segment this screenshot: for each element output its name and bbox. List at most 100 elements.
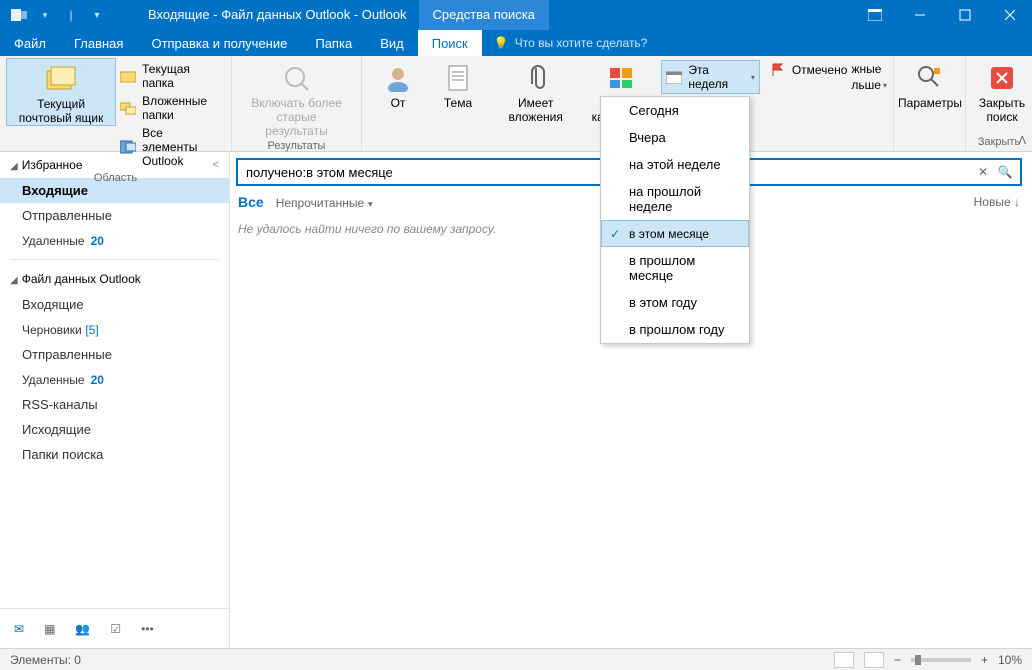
subfolders-button[interactable]: Вложенные папки xyxy=(116,92,225,124)
tab-search[interactable]: Поиск xyxy=(418,30,482,56)
from-button[interactable]: От xyxy=(368,58,428,110)
tab-send-receive[interactable]: Отправка и получение xyxy=(137,30,301,56)
ribbon-tabs: Файл Главная Отправка и получение Папка … xyxy=(0,30,1032,56)
current-mailbox-button[interactable]: Текущий почтовый ящик xyxy=(6,58,116,126)
qat-dropdown-icon[interactable]: ▾ xyxy=(34,4,56,26)
minimize-icon[interactable] xyxy=(897,0,942,30)
dd-today[interactable]: Сегодня xyxy=(601,97,749,124)
people-nav-icon[interactable]: 👥 xyxy=(75,622,90,636)
folder-inbox[interactable]: Входящие xyxy=(0,292,229,317)
has-attachment-button[interactable]: Имеет вложения xyxy=(488,58,583,124)
folder-drafts[interactable]: Черновики [5] xyxy=(0,317,229,342)
calendar-nav-icon[interactable]: ▦ xyxy=(44,622,55,636)
nav-bar: ✉ ▦ 👥 ☑ ••• xyxy=(0,608,229,648)
caret-down-icon: ◢ xyxy=(10,275,18,286)
document-icon xyxy=(442,62,474,94)
context-tab-group: Средства поиска xyxy=(419,0,549,30)
calendar-icon xyxy=(666,69,682,85)
paperclip-icon xyxy=(520,62,552,94)
dd-this-week[interactable]: на этой неделе xyxy=(601,151,749,178)
folder-search[interactable]: Папки поиска xyxy=(0,442,229,467)
view-reading-icon[interactable] xyxy=(864,652,884,668)
scope-group-label: Область xyxy=(6,170,225,187)
window-controls xyxy=(852,0,1032,30)
results-group-label: Результаты xyxy=(238,138,355,155)
title-bar: ▾ | ▾ Входящие - Файл данных Outlook - O… xyxy=(0,0,1032,30)
filter-all[interactable]: Все xyxy=(238,194,264,210)
all-outlook-button[interactable]: Все элементы Outlook xyxy=(116,124,225,170)
lightbulb-icon: 💡 xyxy=(494,36,509,50)
ribbon: Текущий почтовый ящик Текущая папка Влож… xyxy=(0,56,1032,152)
separator xyxy=(10,259,219,260)
fav-sent[interactable]: Отправленные xyxy=(0,203,229,228)
tasks-nav-icon[interactable]: ☑ xyxy=(110,622,121,636)
check-icon: ✓ xyxy=(610,227,620,241)
body: ◢Избранное < Входящие Отправленные Удале… xyxy=(0,152,1032,648)
ribbon-group-options: Параметры xyxy=(894,56,966,151)
this-week-dropdown: Сегодня Вчера на этой неделе на прошлой … xyxy=(600,96,750,344)
tab-view[interactable]: Вид xyxy=(366,30,418,56)
clear-search-icon[interactable]: ✕ xyxy=(972,165,994,179)
status-elements: Элементы: 0 xyxy=(10,653,81,667)
folder-deleted[interactable]: Удаленные20 xyxy=(0,367,229,392)
close-search-button[interactable]: Закрыть поиск xyxy=(972,58,1032,124)
folder-outbox[interactable]: Исходящие xyxy=(0,417,229,442)
zoom-slider[interactable] xyxy=(911,658,971,662)
current-folder-button[interactable]: Текущая папка xyxy=(116,60,225,92)
current-mailbox-label: Текущий почтовый ящик xyxy=(13,97,109,125)
flag-icon xyxy=(770,62,786,78)
fav-deleted[interactable]: Удаленные20 xyxy=(0,228,229,253)
close-icon[interactable] xyxy=(987,0,1032,30)
datafile-header[interactable]: ◢Файл данных Outlook xyxy=(0,266,229,292)
qat-customize-icon[interactable]: ▾ xyxy=(86,4,108,26)
truncated-buttons: жные льше▾ xyxy=(851,58,887,92)
folder-rss[interactable]: RSS-каналы xyxy=(0,392,229,417)
zoom-out-icon[interactable]: − xyxy=(894,653,901,667)
dd-yesterday[interactable]: Вчера xyxy=(601,124,749,151)
person-icon xyxy=(382,62,414,94)
filter-unread[interactable]: Непрочитанные ▾ xyxy=(276,194,373,210)
this-week-button[interactable]: Эта неделя▾ xyxy=(661,60,760,94)
folder-pane: ◢Избранное < Входящие Отправленные Удале… xyxy=(0,152,230,648)
collapse-ribbon-icon[interactable]: ᐱ xyxy=(1018,134,1026,147)
tell-me[interactable]: 💡 Что вы хотите сделать? xyxy=(482,30,660,56)
dd-last-year[interactable]: в прошлом году xyxy=(601,316,749,343)
tools-icon xyxy=(914,62,946,94)
quick-access-toolbar: ▾ | ▾ xyxy=(0,4,116,26)
dd-last-month[interactable]: в прошлом месяце xyxy=(601,247,749,289)
dd-this-year[interactable]: в этом году xyxy=(601,289,749,316)
ribbon-group-scope: Текущий почтовый ящик Текущая папка Влож… xyxy=(0,56,232,151)
zoom-level: 10% xyxy=(998,653,1022,667)
status-bar: Элементы: 0 − + 10% xyxy=(0,648,1032,670)
dd-this-month[interactable]: ✓в этом месяце xyxy=(601,220,749,247)
subfolders-icon xyxy=(120,100,136,116)
flagged-button[interactable]: Отмечено xyxy=(766,60,852,80)
close-x-icon xyxy=(986,62,1018,94)
zoom-in-icon[interactable]: + xyxy=(981,653,988,667)
tab-file[interactable]: Файл xyxy=(0,30,60,56)
categories-icon xyxy=(606,62,638,94)
chevron-down-icon: ▾ xyxy=(368,199,373,209)
maximize-icon[interactable] xyxy=(942,0,987,30)
outlook-items-icon xyxy=(120,139,136,155)
refresh-search-icon xyxy=(281,62,313,94)
arrow-down-icon: ↓ xyxy=(1014,195,1020,209)
ribbon-group-results: Включать более старые результаты Результ… xyxy=(232,56,362,151)
include-older-button: Включать более старые результаты xyxy=(238,58,355,138)
qat-separator: | xyxy=(60,4,82,26)
folder-sent[interactable]: Отправленные xyxy=(0,342,229,367)
tab-folder[interactable]: Папка xyxy=(301,30,366,56)
search-submit-icon[interactable]: 🔍 xyxy=(994,165,1016,179)
dd-last-week[interactable]: на прошлой неделе xyxy=(601,178,749,220)
subject-button[interactable]: Тема xyxy=(428,58,488,110)
tab-home[interactable]: Главная xyxy=(60,30,137,56)
outlook-icon[interactable] xyxy=(8,4,30,26)
sort-newest[interactable]: Новые ↓ xyxy=(974,195,1020,209)
more-nav-icon[interactable]: ••• xyxy=(141,622,154,636)
mail-nav-icon[interactable]: ✉ xyxy=(14,622,24,636)
ribbon-display-icon[interactable] xyxy=(852,0,897,30)
search-options-button[interactable]: Параметры xyxy=(900,58,960,110)
view-normal-icon[interactable] xyxy=(834,652,854,668)
mailbox-icon xyxy=(45,63,77,95)
folder-icon xyxy=(120,68,136,84)
